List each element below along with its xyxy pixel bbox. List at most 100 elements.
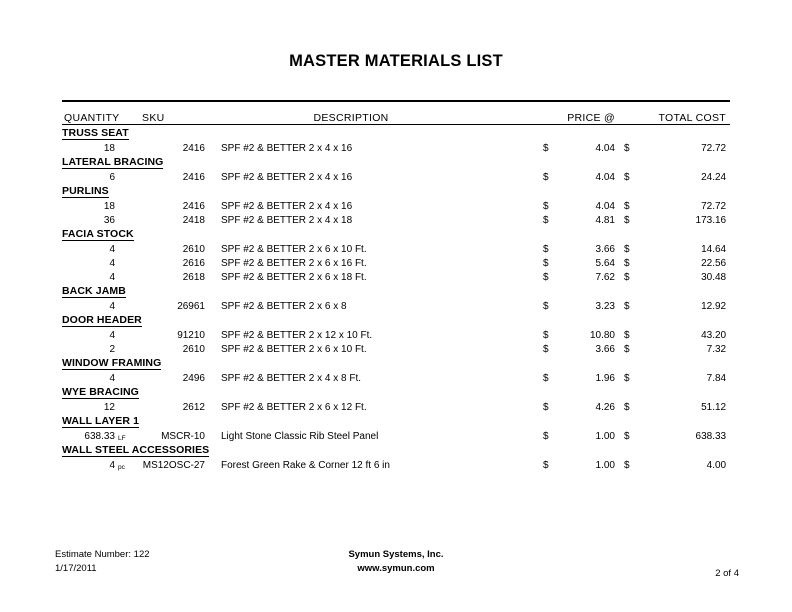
cell-total-currency-symbol: $ xyxy=(624,460,630,471)
cell-description: SPF #2 & BETTER 2 x 6 x 18 Ft. xyxy=(221,272,367,283)
cell-price: 4.04 xyxy=(595,201,615,212)
materials-table-body: TRUSS SEAT 18 2416 SPF #2 & BETTER 2 x 4 x … xyxy=(62,125,730,471)
cell-total-currency-symbol: $ xyxy=(624,272,630,283)
table-row: 36 2418 SPF #2 & BETTER 2 x 4 x 18 $4.81 $17… xyxy=(62,212,730,226)
cell-description: SPF #2 & BETTER 2 x 4 x 16 xyxy=(221,201,353,212)
cell-sku: 2416 xyxy=(182,143,205,154)
cell-description: SPF #2 & BETTER 2 x 4 x 18 xyxy=(221,215,353,226)
cell-price-currency-symbol: $ xyxy=(543,460,549,471)
cell-sku: 2610 xyxy=(182,344,205,355)
cell-price: 7.62 xyxy=(595,272,615,283)
section-label-cell: WINDOW FRAMING xyxy=(62,355,730,370)
cell-total-currency-symbol: $ xyxy=(624,143,630,154)
cell-price-currency-symbol: $ xyxy=(543,172,549,183)
cell-total-cost: 30.48 xyxy=(701,272,727,283)
cell-description: SPF #2 & BETTER 2 x 4 x 8 Ft. xyxy=(221,373,362,384)
cell-quantity: 4 xyxy=(109,330,115,341)
column-header-total-cost: TOTAL COST xyxy=(658,112,727,124)
cell-unit xyxy=(116,212,138,226)
table-header-row: QUANTITY SKU DESCRIPTION PRICE @ TOTAL C… xyxy=(62,102,730,124)
column-header-quantity: QUANTITY xyxy=(64,112,120,124)
cell-quantity: 4 xyxy=(109,373,115,384)
section-label-cell: WALL LAYER 1 xyxy=(62,413,730,428)
table-row: 4 91210 SPF #2 & BETTER 2 x 12 x 10 Ft. $10… xyxy=(62,327,730,341)
cell-quantity: 18 xyxy=(103,143,115,154)
column-header-sku: SKU xyxy=(142,112,165,124)
section-header-row: WYE BRACING xyxy=(62,384,730,399)
cell-price-currency-symbol: $ xyxy=(543,272,549,283)
cell-total-cost: 22.56 xyxy=(701,258,727,269)
cell-sku: 2416 xyxy=(182,201,205,212)
cell-quantity: 4 xyxy=(109,244,115,255)
cell-description: SPF #2 & BETTER 2 x 12 x 10 Ft. xyxy=(221,330,373,341)
cell-price: 5.64 xyxy=(595,258,615,269)
cell-unit: pc xyxy=(118,464,125,471)
page-title: MASTER MATERIALS LIST xyxy=(289,52,503,70)
cell-unit xyxy=(116,399,138,413)
cell-total-currency-symbol: $ xyxy=(624,373,630,384)
section-header-row: FACIA STOCK xyxy=(62,226,730,241)
section-label: TRUSS SEAT xyxy=(62,127,129,140)
cell-unit xyxy=(116,140,138,154)
table-row: 4 2616 SPF #2 & BETTER 2 x 6 x 16 Ft. $5.64… xyxy=(62,255,730,269)
cell-total-currency-symbol: $ xyxy=(624,301,630,312)
cell-sku: 2618 xyxy=(182,272,205,283)
cell-sku: 26961 xyxy=(177,301,205,312)
company-name: Symun Systems, Inc. xyxy=(348,549,444,560)
page-number: 2 of 4 xyxy=(715,568,739,579)
cell-price-currency-symbol: $ xyxy=(543,431,549,442)
cell-quantity: 4 xyxy=(109,460,115,471)
cell-unit xyxy=(116,370,138,384)
cell-price-currency-symbol: $ xyxy=(543,215,549,226)
section-label-cell: LATERAL BRACING xyxy=(62,154,730,169)
section-label-cell: TRUSS SEAT xyxy=(62,125,730,140)
cell-price: 3.66 xyxy=(595,244,615,255)
cell-total-currency-symbol: $ xyxy=(624,172,630,183)
section-label: WYE BRACING xyxy=(62,386,139,399)
cell-price: 4.04 xyxy=(595,143,615,154)
cell-total-currency-symbol: $ xyxy=(624,201,630,212)
section-label: BACK JAMB xyxy=(62,285,126,298)
cell-price-currency-symbol: $ xyxy=(543,258,549,269)
cell-sku: MS12OSC-27 xyxy=(142,460,205,471)
company-website: www.symun.com xyxy=(357,563,435,574)
document-page: MASTER MATERIALS LIST QUANTITY SKU DESCR… xyxy=(0,0,792,612)
cell-unit xyxy=(116,255,138,269)
cell-total-cost: 638.33 xyxy=(695,431,727,442)
cell-unit: LF xyxy=(118,435,126,442)
section-label-cell: BACK JAMB xyxy=(62,283,730,298)
section-header-row: WALL STEEL ACCESSORIES xyxy=(62,442,730,457)
section-header-row: BACK JAMB xyxy=(62,283,730,298)
cell-price: 1.96 xyxy=(595,373,615,384)
cell-description: SPF #2 & BETTER 2 x 4 x 16 xyxy=(221,143,353,154)
cell-sku: 2616 xyxy=(182,258,205,269)
column-header-description: DESCRIPTION xyxy=(313,112,389,124)
cell-total-currency-symbol: $ xyxy=(624,258,630,269)
cell-price-currency-symbol: $ xyxy=(543,301,549,312)
section-label: FACIA STOCK xyxy=(62,228,134,241)
cell-total-cost: 72.72 xyxy=(701,201,727,212)
table-row: 638.33 LF MSCR-10 Light Stone Classic Rib S… xyxy=(62,428,730,442)
section-label-cell: PURLINS xyxy=(62,183,730,198)
cell-description: Light Stone Classic Rib Steel Panel xyxy=(221,431,379,442)
cell-price-currency-symbol: $ xyxy=(543,344,549,355)
cell-unit xyxy=(116,341,138,355)
cell-description: SPF #2 & BETTER 2 x 6 x 12 Ft. xyxy=(221,402,367,413)
cell-price-currency-symbol: $ xyxy=(543,201,549,212)
table-row: 4 2496 SPF #2 & BETTER 2 x 4 x 8 Ft. $1.96 $… xyxy=(62,370,730,384)
cell-quantity: 4 xyxy=(109,272,115,283)
cell-sku: 2496 xyxy=(182,373,205,384)
cell-price: 10.80 xyxy=(589,330,615,341)
section-label-cell: FACIA STOCK xyxy=(62,226,730,241)
cell-sku: 91210 xyxy=(177,330,205,341)
section-label-cell: WALL STEEL ACCESSORIES xyxy=(62,442,730,457)
section-label-cell: DOOR HEADER xyxy=(62,312,730,327)
cell-description: SPF #2 & BETTER 2 x 6 x 16 Ft. xyxy=(221,258,367,269)
table-row: 18 2416 SPF #2 & BETTER 2 x 4 x 16 $4.04 $72… xyxy=(62,198,730,212)
cell-unit xyxy=(116,298,138,312)
table-row: 4 pc MS12OSC-27 Forest Green Rake & Corner … xyxy=(62,457,730,471)
cell-price-currency-symbol: $ xyxy=(543,244,549,255)
cell-total-currency-symbol: $ xyxy=(624,402,630,413)
cell-total-cost: 43.20 xyxy=(701,330,727,341)
cell-price: 4.04 xyxy=(595,172,615,183)
